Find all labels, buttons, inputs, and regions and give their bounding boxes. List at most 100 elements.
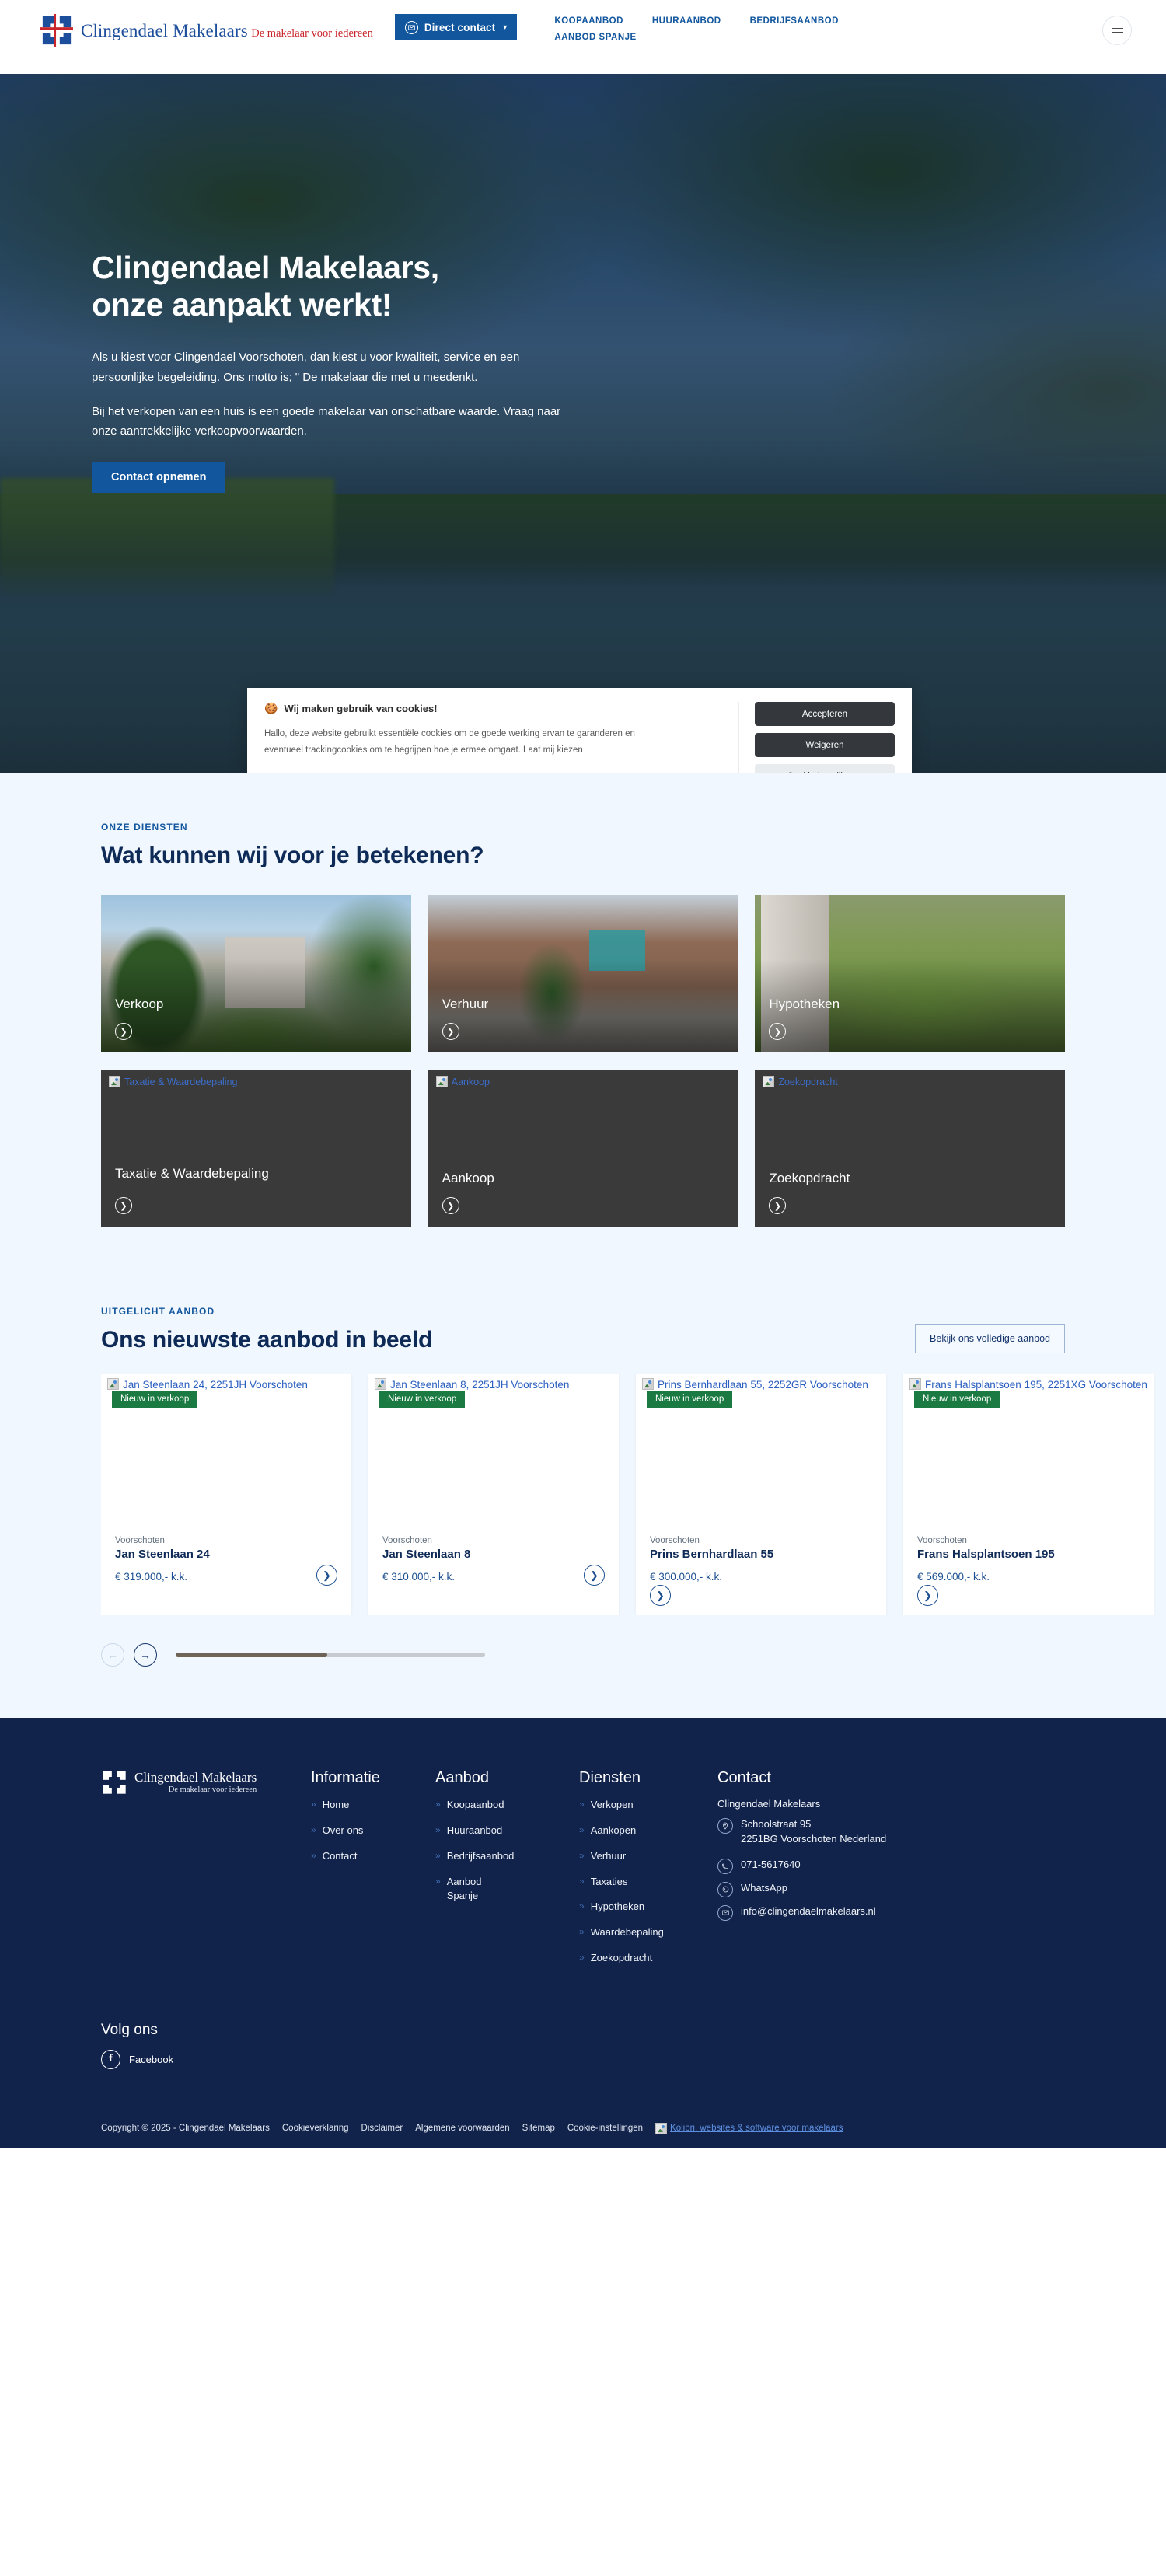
hamburger-menu-icon[interactable] bbox=[1102, 16, 1132, 45]
view-all-offers-button[interactable]: Bekijk ons volledige aanbod bbox=[915, 1324, 1065, 1353]
footer-social-label: Facebook bbox=[129, 2054, 173, 2065]
footer-link-waardebepaling[interactable]: Waardebepaling bbox=[591, 1925, 664, 1940]
footer-link-bedrijfsaanbod[interactable]: Bedrijfsaanbod bbox=[447, 1849, 515, 1864]
footer-link-row: »Aankopen bbox=[579, 1824, 717, 1838]
footer-email-row[interactable]: info@clingendaelmakelaars.nl bbox=[717, 1904, 1065, 1921]
footer-link-huuraanbod[interactable]: Huuraanbod bbox=[447, 1824, 503, 1838]
footer-logo-tagline: De makelaar voor iedereen bbox=[134, 1785, 257, 1794]
listing-street: Frans Halsplantsoen 195 bbox=[917, 1548, 1140, 1561]
footer-link-row: »Hypotheken bbox=[579, 1900, 717, 1915]
footer-link-hypotheken[interactable]: Hypotheken bbox=[591, 1900, 644, 1915]
footer-company-name: Clingendael Makelaars bbox=[717, 1798, 1065, 1810]
carousel-next-button[interactable]: → bbox=[134, 1643, 157, 1667]
footer-link-row: »Verkopen bbox=[579, 1798, 717, 1813]
service-card-verhuur[interactable]: Verhuur ❯ bbox=[428, 895, 738, 1052]
burger-line bbox=[1112, 28, 1123, 30]
listings-carousel[interactable]: Jan Steenlaan 24, 2251JH Voorschoten Nie… bbox=[101, 1374, 1166, 1615]
envelope-icon bbox=[405, 21, 418, 34]
listing-alt-text: Jan Steenlaan 24, 2251JH Voorschoten bbox=[123, 1378, 308, 1392]
nav-item-koopaanbod[interactable]: KOOPAANBOD bbox=[554, 16, 623, 26]
chevron-double-right-icon: » bbox=[579, 1951, 585, 1964]
hero-paragraph-1: Als u kiest voor Clingendael Voorschoten… bbox=[92, 347, 575, 388]
service-card-zoekopdracht[interactable]: Zoekopdracht Zoekopdracht ❯ bbox=[755, 1070, 1065, 1227]
footer-link-over-ons[interactable]: Over ons bbox=[323, 1824, 364, 1838]
chevron-down-icon: ▾ bbox=[503, 23, 507, 32]
footer-contact-heading: Contact bbox=[717, 1769, 1065, 1787]
service-card-aankoop[interactable]: Aankoop Aankoop ❯ bbox=[428, 1070, 738, 1227]
footer-link-home[interactable]: Home bbox=[323, 1798, 350, 1813]
footer-link-zoekopdracht[interactable]: Zoekopdracht bbox=[591, 1951, 653, 1966]
chevron-right-icon: ❯ bbox=[115, 1023, 132, 1040]
footer-whatsapp[interactable]: WhatsApp bbox=[741, 1881, 787, 1896]
footer-credit-link[interactable]: Kolibri, websites & software voor makela… bbox=[670, 2124, 843, 2133]
footer-column-heading: Informatie bbox=[311, 1769, 435, 1787]
footer-brand: Clingendael Makelaars De makelaar voor i… bbox=[101, 1769, 311, 1977]
footer-link-row: »Aanbod Spanje bbox=[435, 1875, 579, 1904]
footer-link-aanbod-spanje[interactable]: Aanbod Spanje bbox=[447, 1875, 501, 1904]
burger-line bbox=[1112, 32, 1123, 33]
footer-credit: Kolibri, websites & software voor makela… bbox=[655, 2123, 843, 2134]
chevron-right-icon: ❯ bbox=[115, 1197, 132, 1214]
direct-contact-label: Direct contact bbox=[424, 22, 495, 33]
cookie-banner-top: 🍪 Wij maken gebruik van cookies! Hallo, … bbox=[247, 688, 912, 773]
footer-link-taxaties[interactable]: Taxaties bbox=[591, 1875, 628, 1890]
footer-whatsapp-row[interactable]: WhatsApp bbox=[717, 1881, 1065, 1897]
service-card-verkoop[interactable]: Verkoop ❯ bbox=[101, 895, 411, 1052]
chevron-right-icon[interactable]: ❯ bbox=[584, 1565, 605, 1586]
footer-address-row: Schoolstraat 95 2251BG Voorschoten Neder… bbox=[717, 1817, 1065, 1847]
cookie-banner-text: Hallo, deze website gebruikt essentiële … bbox=[264, 726, 669, 759]
carousel-prev-button[interactable]: ← bbox=[101, 1643, 124, 1667]
nav-item-aanbod-spanje[interactable]: AANBOD SPANJE bbox=[554, 33, 636, 42]
hero-cta-button[interactable]: Contact opnemen bbox=[92, 462, 225, 493]
footer-link-disclaimer[interactable]: Disclaimer bbox=[361, 2124, 403, 2133]
footer-address-line2: 2251BG Voorschoten Nederland bbox=[741, 1832, 886, 1847]
footer-link-cookieverklaring[interactable]: Cookieverklaring bbox=[282, 2124, 349, 2133]
footer-column-contact: Contact Clingendael Makelaars Schoolstra… bbox=[717, 1769, 1065, 1977]
chevron-right-icon[interactable]: ❯ bbox=[917, 1585, 938, 1606]
carousel-scrollbar-thumb[interactable] bbox=[176, 1653, 327, 1657]
chevron-right-icon[interactable]: ❯ bbox=[316, 1565, 337, 1586]
listing-alt-text: Prins Bernhardlaan 55, 2252GR Voorschote… bbox=[658, 1378, 868, 1392]
service-card-taxatie[interactable]: Taxatie & Waardebepaling Taxatie & Waard… bbox=[101, 1070, 411, 1227]
footer-grid: Clingendael Makelaars De makelaar voor i… bbox=[101, 1769, 1065, 1977]
carousel-scrollbar[interactable] bbox=[176, 1653, 485, 1657]
footer-phone[interactable]: 071-5617640 bbox=[741, 1858, 801, 1873]
footer-link-verkopen[interactable]: Verkopen bbox=[591, 1798, 634, 1813]
site-footer: Clingendael Makelaars De makelaar voor i… bbox=[0, 1718, 1166, 2148]
footer-link-koopaanbod[interactable]: Koopaanbod bbox=[447, 1798, 504, 1813]
nav-item-bedrijfsaanbod[interactable]: BEDRIJFSAANBOD bbox=[750, 16, 839, 26]
footer-social-facebook[interactable]: f Facebook bbox=[101, 2050, 1065, 2069]
broken-image-icon bbox=[909, 1378, 921, 1390]
logo-icon bbox=[40, 14, 73, 47]
listing-street: Jan Steenlaan 8 bbox=[382, 1548, 605, 1561]
footer-link-verhuur[interactable]: Verhuur bbox=[591, 1849, 627, 1864]
footer-link-cookie-instellingen[interactable]: Cookie-instellingen bbox=[567, 2124, 643, 2133]
direct-contact-button[interactable]: Direct contact ▾ bbox=[395, 14, 518, 40]
chevron-right-icon[interactable]: ❯ bbox=[650, 1585, 671, 1606]
cookie-settings-button[interactable]: Cookie-instellingen bbox=[755, 764, 895, 773]
listing-card[interactable]: Jan Steenlaan 8, 2251JH Voorschoten Nieu… bbox=[368, 1374, 619, 1615]
footer-link-sitemap[interactable]: Sitemap bbox=[522, 2124, 555, 2133]
hero-section: Clingendael Makelaars, onze aanpakt werk… bbox=[0, 74, 1166, 773]
footer-phone-row[interactable]: 071-5617640 bbox=[717, 1858, 1065, 1874]
footer-link-algemene-voorwaarden[interactable]: Algemene voorwaarden bbox=[415, 2124, 509, 2133]
service-label: Zoekopdracht bbox=[769, 1170, 850, 1186]
status-badge: Nieuw in verkoop bbox=[914, 1391, 1000, 1408]
footer-logo[interactable]: Clingendael Makelaars De makelaar voor i… bbox=[101, 1769, 311, 1796]
hero-paragraph-2: Bij het verkopen van een huis is een goe… bbox=[92, 402, 575, 442]
service-card-hypotheken[interactable]: Hypotheken ❯ bbox=[755, 895, 1065, 1052]
cookie-accept-button[interactable]: Accepteren bbox=[755, 702, 895, 726]
listing-card[interactable]: Prins Bernhardlaan 55, 2252GR Voorschote… bbox=[636, 1374, 886, 1615]
footer-email[interactable]: info@clingendaelmakelaars.nl bbox=[741, 1904, 876, 1919]
nav-item-huuraanbod[interactable]: HUURAANBOD bbox=[652, 16, 721, 26]
listing-city: Voorschoten bbox=[650, 1536, 872, 1545]
footer-column-diensten: Diensten »Verkopen »Aankopen »Verhuur »T… bbox=[579, 1769, 717, 1977]
listing-card[interactable]: Frans Halsplantsoen 195, 2251XG Voorscho… bbox=[903, 1374, 1154, 1615]
site-logo[interactable]: Clingendael Makelaars De makelaar voor i… bbox=[40, 14, 373, 47]
footer-link-contact[interactable]: Contact bbox=[323, 1849, 358, 1864]
listing-card[interactable]: Jan Steenlaan 24, 2251JH Voorschoten Nie… bbox=[101, 1374, 351, 1615]
listing-image: Jan Steenlaan 24, 2251JH Voorschoten Nie… bbox=[101, 1374, 351, 1526]
page-root: Clingendael Makelaars De makelaar voor i… bbox=[0, 0, 1166, 2148]
footer-link-aankopen[interactable]: Aankopen bbox=[591, 1824, 637, 1838]
cookie-refuse-button[interactable]: Weigeren bbox=[755, 733, 895, 757]
